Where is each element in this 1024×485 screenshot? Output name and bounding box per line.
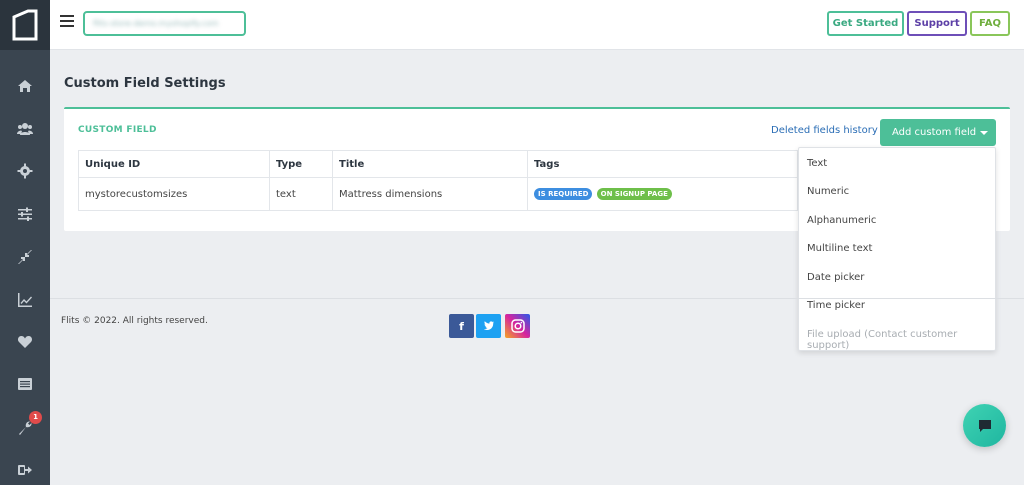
- sidebar-item-users[interactable]: [0, 115, 50, 143]
- logout-icon: [18, 465, 32, 475]
- topbar: flits-store-demo.myshopify.com Get Start…: [50, 0, 1024, 50]
- dropdown-item-multiline-text[interactable]: Multiline text: [807, 243, 872, 254]
- caret-down-icon: [980, 131, 988, 135]
- sidebar-item-tools[interactable]: 1: [0, 411, 50, 442]
- sidebar-item-sliders[interactable]: [0, 200, 50, 228]
- sidebar-item-settings[interactable]: [0, 157, 50, 185]
- support-button[interactable]: Support: [907, 11, 967, 36]
- hamburger-menu-icon[interactable]: [60, 15, 74, 29]
- list-icon: [18, 378, 32, 390]
- chat-icon: [978, 419, 991, 432]
- custom-fields-table: Unique ID Type Title Tags mystorecustoms…: [78, 150, 798, 211]
- dropdown-item-date-picker[interactable]: Date picker: [807, 272, 864, 283]
- compress-icon: [18, 250, 32, 264]
- store-selector[interactable]: flits-store-demo.myshopify.com: [83, 11, 246, 36]
- card-label: CUSTOM FIELD: [78, 125, 157, 135]
- dropdown-item-alphanumeric[interactable]: Alphanumeric: [807, 215, 876, 226]
- add-custom-field-button[interactable]: Add custom field: [880, 119, 996, 146]
- column-header-title: Title: [332, 150, 528, 178]
- add-field-dropdown: Text Numeric Alphanumeric Multiline text…: [798, 147, 996, 351]
- sidebar-item-analytics[interactable]: [0, 286, 50, 314]
- store-name: flits-store-demo.myshopify.com: [93, 19, 219, 28]
- cell-title: Mattress dimensions: [332, 177, 528, 211]
- sidebar-item-wishlist[interactable]: [0, 328, 50, 356]
- sidebar: 1: [0, 0, 50, 485]
- cell-unique-id: mystorecustomsizes: [78, 177, 270, 211]
- column-header-tags: Tags: [527, 150, 798, 178]
- sidebar-item-logout[interactable]: [0, 456, 50, 484]
- table-header-row: Unique ID Type Title Tags: [78, 150, 798, 178]
- add-custom-field-label: Add custom field: [892, 127, 977, 138]
- sliders-icon: [18, 207, 32, 221]
- dropdown-item-time-picker[interactable]: Time picker: [807, 300, 865, 311]
- column-header-unique-id: Unique ID: [78, 150, 270, 178]
- sidebar-item-home[interactable]: [0, 72, 50, 100]
- table-row[interactable]: mystorecustomsizes text Mattress dimensi…: [78, 177, 798, 211]
- house-logo-icon: [12, 9, 38, 41]
- chat-widget-button[interactable]: [963, 404, 1006, 447]
- facebook-glyph: f: [459, 319, 464, 333]
- twitter-icon[interactable]: [476, 314, 501, 338]
- chart-icon: [18, 293, 32, 307]
- logo[interactable]: [0, 0, 50, 50]
- get-started-button[interactable]: Get Started: [827, 11, 904, 36]
- footer-divider: [50, 298, 1024, 299]
- twitter-bird-icon: [483, 321, 494, 331]
- instagram-glyph-icon: [510, 319, 525, 333]
- heart-icon: [17, 336, 33, 348]
- dropdown-item-text[interactable]: Text: [807, 158, 827, 169]
- notification-badge: 1: [29, 411, 42, 424]
- users-icon: [17, 123, 33, 135]
- dropdown-item-numeric[interactable]: Numeric: [807, 186, 849, 197]
- home-icon: [18, 80, 32, 92]
- gear-icon: [17, 163, 33, 179]
- dropdown-item-file-upload: File upload (Contact customer support): [807, 329, 958, 351]
- instagram-icon[interactable]: [505, 314, 530, 338]
- page-title: Custom Field Settings: [64, 76, 226, 91]
- faq-button[interactable]: FAQ: [970, 11, 1010, 36]
- deleted-fields-history-link[interactable]: Deleted fields history: [771, 125, 878, 136]
- cell-type: text: [269, 177, 333, 211]
- facebook-icon[interactable]: f: [449, 314, 474, 338]
- cell-tags: IS REQUIRED ON SIGNUP PAGE: [527, 177, 798, 211]
- tag-is-required: IS REQUIRED: [534, 188, 593, 200]
- sidebar-item-list[interactable]: [0, 370, 50, 398]
- footer-copyright: Flits © 2022. All rights reserved.: [61, 316, 208, 326]
- tag-on-signup-page: ON SIGNUP PAGE: [596, 188, 672, 200]
- column-header-type: Type: [269, 150, 333, 178]
- sidebar-item-compress[interactable]: [0, 243, 50, 271]
